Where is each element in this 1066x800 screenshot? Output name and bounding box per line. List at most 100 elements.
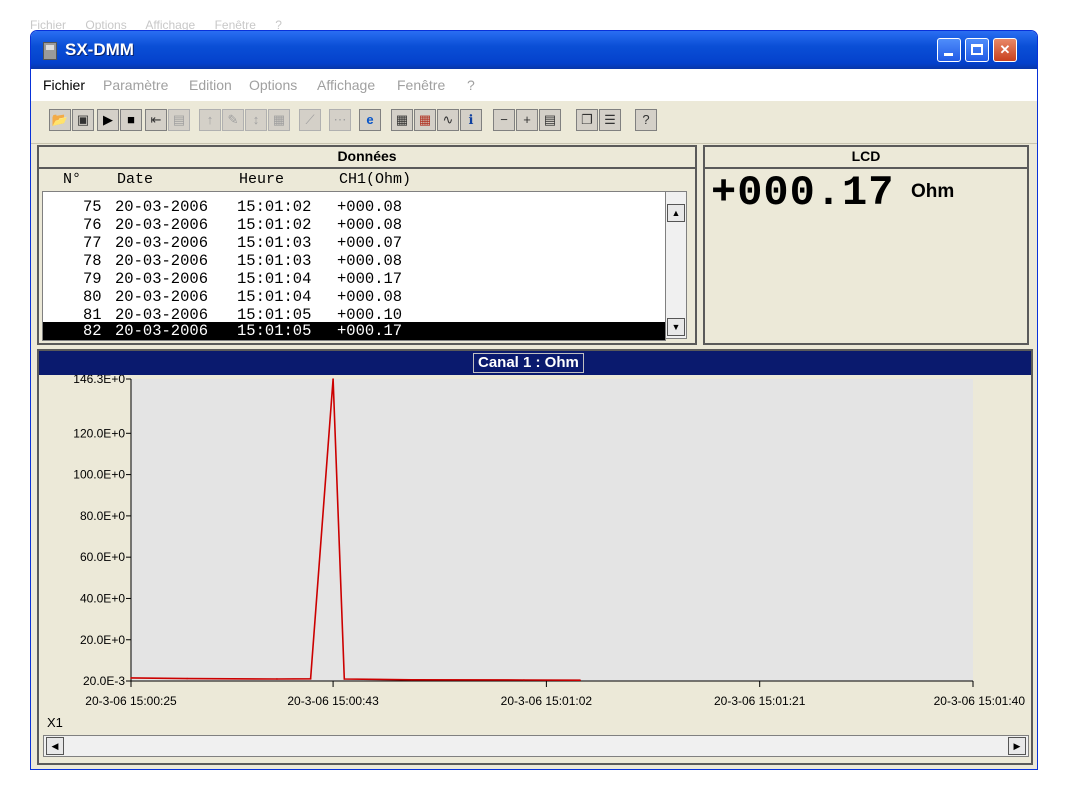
disabled-icon[interactable]: ⋯: [329, 109, 351, 131]
x-tick-label: 20-3-06 15:01:02: [501, 694, 593, 708]
column-header-number: N°: [63, 171, 82, 188]
stop-icon[interactable]: ■: [120, 109, 142, 131]
table-row[interactable]: 75 20-03-2006 15:01:02 +000.08: [43, 198, 665, 216]
menu-affichage[interactable]: Affichage: [317, 77, 375, 93]
menu-fichier[interactable]: Fichier: [43, 77, 85, 93]
column-header-value: CH1(Ohm): [339, 171, 412, 188]
x-tick-label: 20-3-06 15:01:40: [934, 694, 1026, 708]
open-icon[interactable]: 📂: [49, 109, 71, 131]
table-row[interactable]: 78 20-03-2006 15:01:03 +000.08: [43, 252, 665, 270]
row-date: 20-03-2006: [115, 234, 209, 252]
fit-icon[interactable]: ▤: [539, 109, 561, 131]
row-value: +000.08: [337, 288, 403, 306]
upload-icon[interactable]: ↑: [199, 109, 221, 131]
y-tick-label: 40.0E+0: [80, 591, 125, 605]
tile-icon[interactable]: ☰: [599, 109, 621, 131]
scroll-up-icon[interactable]: ▲: [667, 204, 685, 222]
row-time: 15:01:04: [237, 288, 312, 306]
play-icon[interactable]: ▶: [97, 109, 119, 131]
menu-parametre[interactable]: Paramètre: [103, 77, 168, 93]
app-icon: [43, 42, 57, 60]
maximize-button[interactable]: [965, 38, 989, 62]
chart-header: Canal 1 : Ohm: [39, 351, 1031, 375]
column-header-time: Heure: [239, 171, 285, 188]
config-icon[interactable]: ✎: [222, 109, 244, 131]
grid-icon[interactable]: ▦: [391, 109, 413, 131]
measure-icon[interactable]: ⟋: [299, 109, 321, 131]
info-icon[interactable]: ℹ: [460, 109, 482, 131]
row-time: 15:01:03: [237, 252, 312, 270]
x-tick-label: 20-3-06 15:00:25: [85, 694, 177, 708]
data-point: [276, 678, 278, 680]
zoom-in-icon[interactable]: +: [516, 109, 538, 131]
cascade-icon[interactable]: ❐: [576, 109, 598, 131]
lcd-panel: LCD +000.17 Ohm: [703, 145, 1029, 345]
row-value: +000.07: [337, 234, 403, 252]
row-number: 77: [83, 234, 102, 252]
data-panel-title: Données: [39, 147, 695, 169]
internet-explorer-icon[interactable]: e: [359, 109, 381, 131]
row-value: +000.17: [337, 322, 403, 340]
y-tick-label: 80.0E+0: [80, 509, 125, 523]
minimize-icon: [944, 53, 953, 56]
import-icon[interactable]: ⇤: [145, 109, 167, 131]
zoom-out-icon[interactable]: −: [493, 109, 515, 131]
save-icon[interactable]: ▣: [72, 109, 94, 131]
title-bar[interactable]: SX-DMM ✕: [31, 31, 1037, 69]
row-value: +000.17: [337, 270, 403, 288]
table-row[interactable]: 79 20-03-2006 15:01:04 +000.17: [43, 270, 665, 288]
table-row[interactable]: 80 20-03-2006 15:01:04 +000.08: [43, 288, 665, 306]
data-point: [332, 378, 334, 380]
row-number: 80: [83, 288, 102, 306]
row-value: +000.08: [337, 198, 403, 216]
maximize-icon: [971, 44, 983, 55]
data-list[interactable]: 75 20-03-2006 15:01:02 +000.08 76 20-03-…: [42, 191, 666, 341]
menu-help[interactable]: ?: [467, 77, 475, 93]
probe-icon[interactable]: ↕: [245, 109, 267, 131]
row-number: 78: [83, 252, 102, 270]
chart-grid-icon[interactable]: ▦: [414, 109, 436, 131]
scroll-down-icon[interactable]: ▼: [667, 318, 685, 336]
y-tick-label: 20.0E+0: [80, 633, 125, 647]
data-point: [579, 679, 581, 682]
table-row[interactable]: 76 20-03-2006 15:01:02 +000.08: [43, 216, 665, 234]
plot-area: [131, 379, 973, 681]
lcd-unit: Ohm: [911, 181, 955, 202]
chart-panel: Canal 1 : Ohm 20.0E-3 20.0E+0 40.0E+0 60.0E…: [37, 349, 1033, 765]
horizontal-scrollbar[interactable]: ◀ ▶: [43, 735, 1029, 757]
curve-icon[interactable]: ∿: [437, 109, 459, 131]
lcd-panel-title: LCD: [705, 147, 1027, 169]
y-tick-label: 120.0E+0: [73, 426, 125, 440]
data-panel: Données N° Date Heure CH1(Ohm) 75 20-03-…: [37, 145, 697, 345]
window-title: SX-DMM: [65, 40, 134, 59]
close-icon: ✕: [999, 42, 1011, 57]
menu-fenetre[interactable]: Fenêtre: [397, 77, 445, 93]
row-time: 15:01:05: [237, 322, 312, 340]
row-time: 15:01:03: [237, 234, 312, 252]
close-button[interactable]: ✕: [993, 38, 1017, 62]
row-date: 20-03-2006: [115, 270, 209, 288]
vertical-scrollbar[interactable]: ▲ ▼: [665, 191, 687, 339]
y-tick-label: 100.0E+0: [73, 468, 125, 482]
menu-bar: Fichier Paramètre Edition Options Affich…: [31, 69, 1037, 101]
help-icon[interactable]: ?: [635, 109, 657, 131]
zoom-factor-label: X1: [47, 715, 63, 730]
table-row[interactable]: 77 20-03-2006 15:01:03 +000.07: [43, 234, 665, 252]
scroll-left-icon[interactable]: ◀: [46, 737, 64, 755]
row-time: 15:01:04: [237, 270, 312, 288]
print-icon[interactable]: ▤: [168, 109, 190, 131]
table-row-selected[interactable]: 82 20-03-2006 15:01:05 +000.17: [43, 322, 665, 340]
row-number: 76: [83, 216, 102, 234]
table-disabled-icon[interactable]: ▦: [268, 109, 290, 131]
scroll-right-icon[interactable]: ▶: [1008, 737, 1026, 755]
row-date: 20-03-2006: [115, 322, 209, 340]
data-point: [309, 677, 312, 680]
row-number: 82: [83, 322, 102, 340]
menu-options[interactable]: Options: [249, 77, 297, 93]
minimize-button[interactable]: [937, 38, 961, 62]
chart-title: Canal 1 : Ohm: [473, 353, 584, 373]
data-point: [523, 679, 525, 681]
row-date: 20-03-2006: [115, 198, 209, 216]
menu-edition[interactable]: Edition: [189, 77, 232, 93]
row-number: 79: [83, 270, 102, 288]
